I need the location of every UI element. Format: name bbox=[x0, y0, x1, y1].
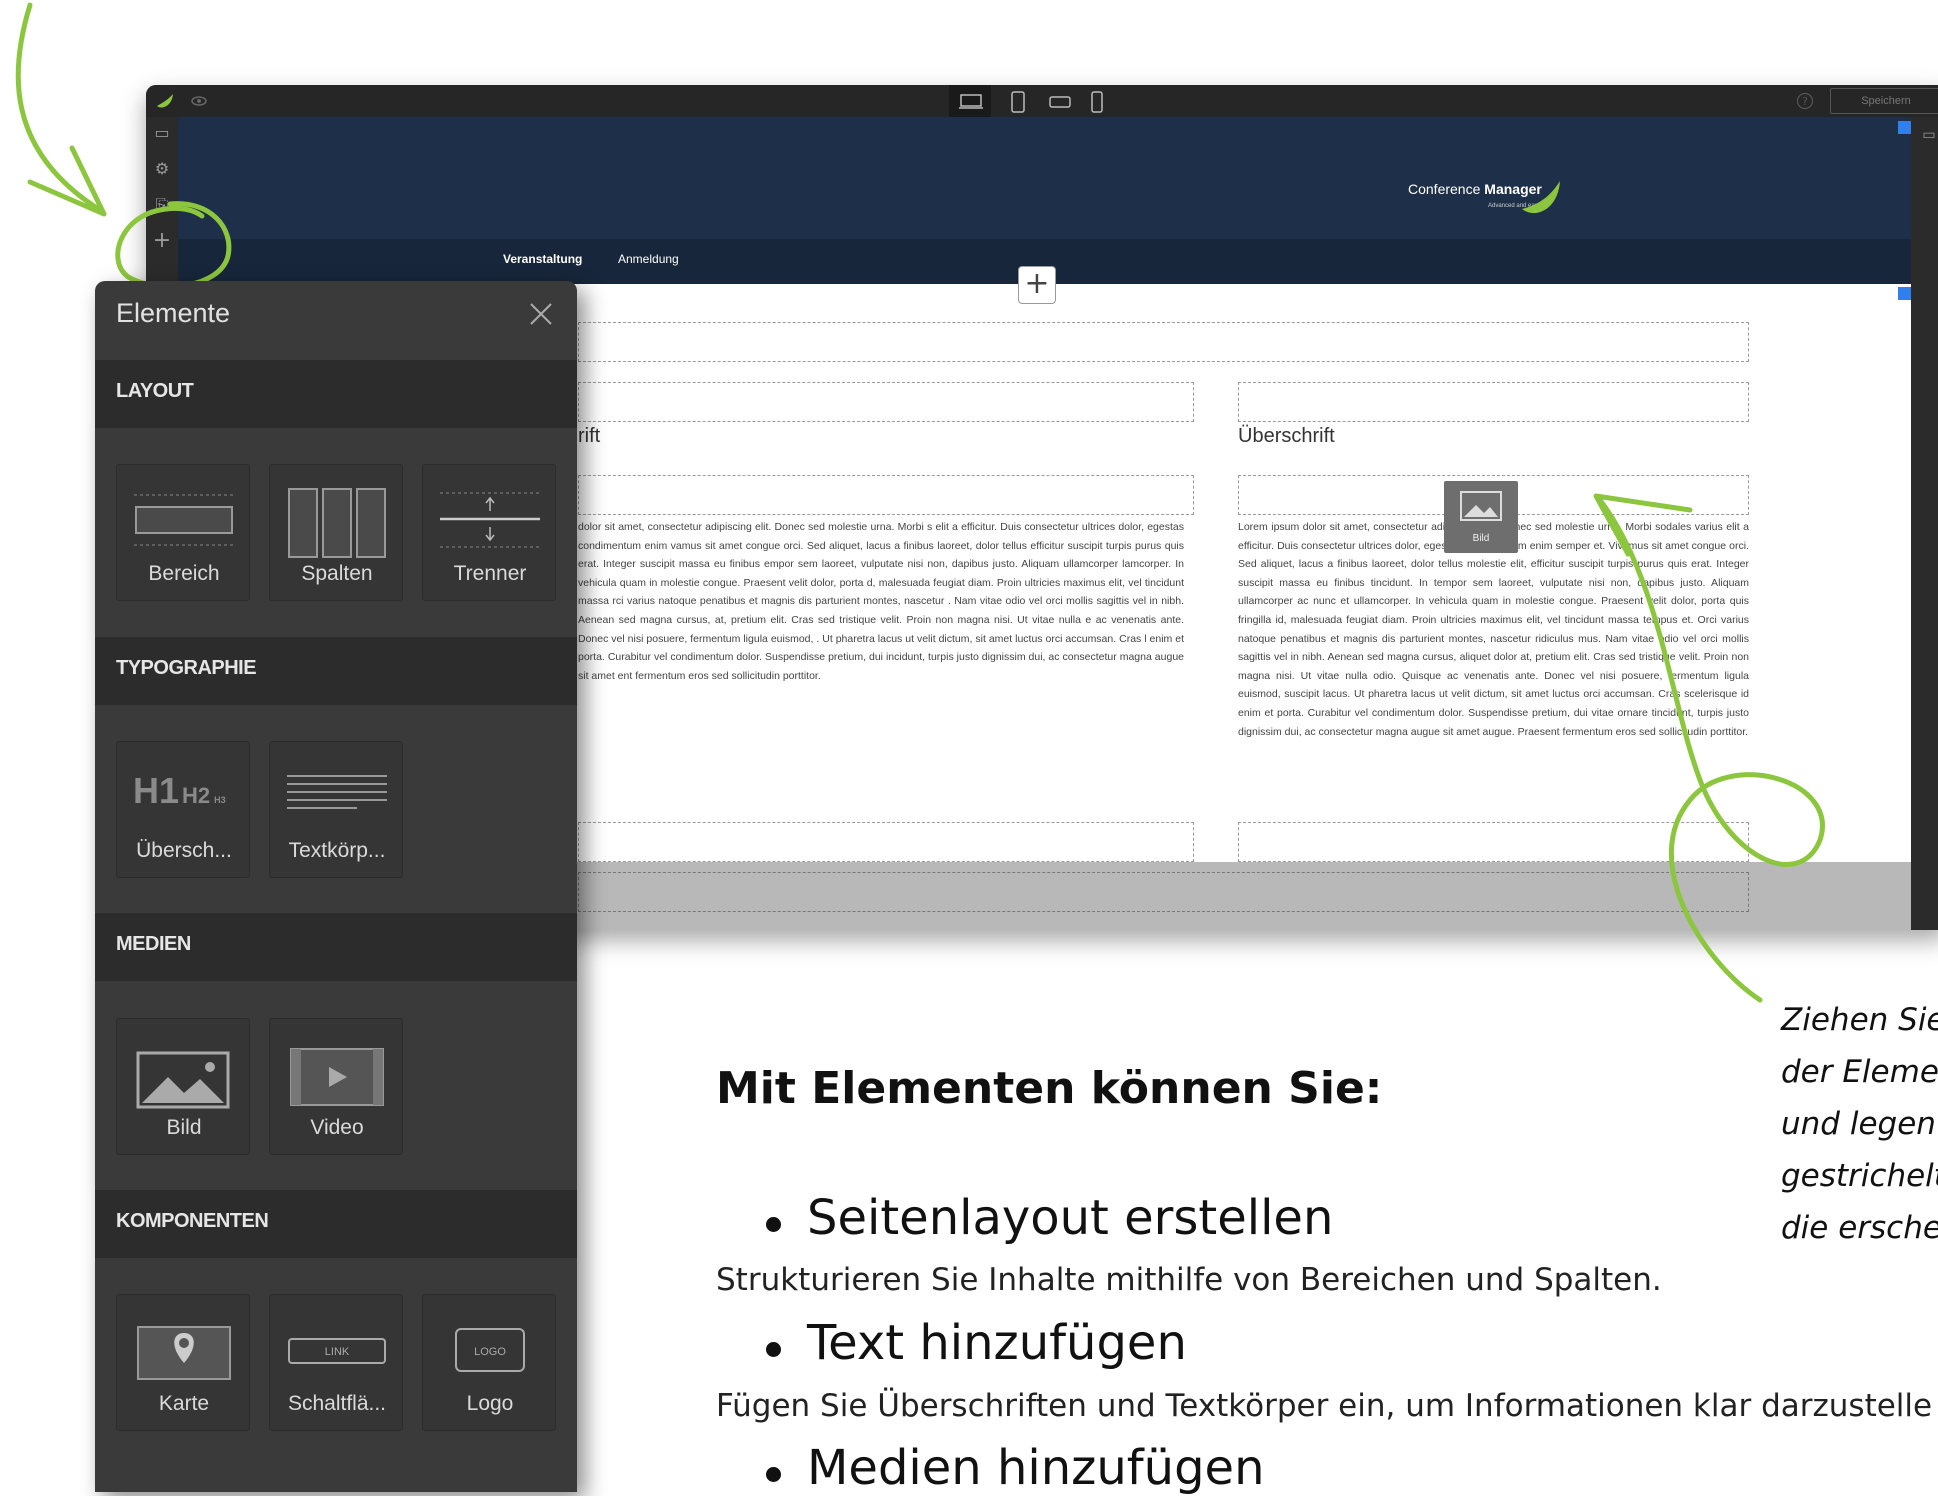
logo-text-light: Conference bbox=[1408, 181, 1485, 197]
image-icon bbox=[1460, 491, 1502, 521]
tablet-icon[interactable] bbox=[1010, 91, 1026, 113]
tile-label-video: Video bbox=[310, 1116, 364, 1139]
site-logo-banana-icon bbox=[1522, 181, 1560, 214]
tile-label-logo: Logo bbox=[466, 1392, 514, 1415]
side-note-line-2: der Elemen bbox=[1781, 1054, 1938, 1090]
dragged-image-element[interactable]: Bild bbox=[1444, 481, 1518, 553]
edit-section-icon[interactable] bbox=[1898, 121, 1911, 134]
elements-panel: Elemente LAYOUT Bereich Spalten Trenner … bbox=[95, 281, 577, 1492]
section-header-medien: MEDIEN bbox=[95, 913, 577, 981]
edit-block-icon[interactable] bbox=[1898, 287, 1911, 300]
preview-eye-icon[interactable] bbox=[190, 94, 208, 108]
element-tile-trenner[interactable]: Trenner bbox=[422, 464, 556, 601]
element-tile-spalten[interactable]: Spalten bbox=[269, 464, 403, 601]
side-note-line-5: die erschei bbox=[1781, 1210, 1938, 1246]
tile-label-ueberschrift: Übersch... bbox=[136, 839, 232, 862]
bullet-seitenlayout: Seitenlayout erstellen bbox=[765, 1190, 1334, 1246]
section-header-typographie: TYPOGRAPHIE bbox=[95, 637, 577, 705]
nav-link-veranstaltung[interactable]: Veranstaltung bbox=[503, 252, 582, 266]
add-section-button[interactable]: + bbox=[1018, 266, 1056, 304]
element-tile-video[interactable]: Video bbox=[269, 1018, 403, 1155]
element-tile-karte[interactable]: Karte bbox=[116, 1294, 250, 1431]
layers-icon[interactable]: ▭ bbox=[1919, 125, 1938, 145]
section-icon bbox=[134, 494, 234, 546]
tile-label-karte: Karte bbox=[158, 1392, 210, 1415]
section-title-typographie: TYPOGRAPHIE bbox=[116, 657, 257, 679]
heading-icon-h1: H1 bbox=[133, 770, 180, 811]
element-tile-textkoerper[interactable]: Textkörp... bbox=[269, 741, 403, 878]
desc-seitenlayout: Strukturieren Sie Inhalte mithilfe von B… bbox=[716, 1262, 1662, 1298]
column-dropzone-left-top[interactable] bbox=[578, 382, 1194, 422]
map-pin-icon bbox=[137, 1326, 231, 1380]
element-tile-schaltflaeche[interactable]: LINK Schaltflä... bbox=[269, 1294, 403, 1431]
bullet-medien: Medien hinzufügen bbox=[766, 1440, 1265, 1496]
column-dropzone-left-bottom[interactable] bbox=[578, 822, 1194, 862]
element-tile-bereich[interactable]: Bereich bbox=[116, 464, 250, 601]
next-section-dropzone[interactable] bbox=[578, 872, 1749, 912]
video-icon bbox=[290, 1048, 384, 1106]
save-button[interactable]: Speichern bbox=[1830, 88, 1938, 114]
mobile-icon[interactable] bbox=[1090, 91, 1104, 113]
column-dropzone-left-mid[interactable] bbox=[578, 475, 1194, 515]
heading-icon: H1 H2 H3 bbox=[133, 770, 226, 812]
element-tile-ueberschrift[interactable]: H1 H2 H3 Übersch... bbox=[116, 741, 250, 878]
tile-label-textkoerper: Textkörp... bbox=[288, 839, 386, 862]
nav-link-anmeldung[interactable]: Anmeldung bbox=[618, 252, 679, 266]
logo-placeholder-icon: LOGO bbox=[455, 1328, 525, 1372]
pages-icon[interactable]: ▭ bbox=[152, 123, 172, 143]
close-icon[interactable] bbox=[528, 301, 554, 327]
text-body-icon bbox=[287, 775, 387, 809]
section-dropzone[interactable] bbox=[578, 322, 1749, 362]
side-note-line-4: gestrichelte bbox=[1781, 1158, 1938, 1194]
svg-text:?: ? bbox=[1802, 95, 1808, 108]
button-link-icon: LINK bbox=[288, 1338, 386, 1364]
section-header-komponenten: KOMPONENTEN bbox=[95, 1190, 577, 1258]
side-note-line-1: Ziehen Sie bbox=[1781, 1002, 1938, 1038]
device-desktop-button[interactable] bbox=[949, 85, 991, 117]
section-title-layout: LAYOUT bbox=[116, 380, 194, 402]
column-dropzone-right-top[interactable] bbox=[1238, 382, 1749, 422]
site-header: Conference Manager Advanced and easy bbox=[178, 117, 1911, 239]
section-title-komponenten: KOMPONENTEN bbox=[116, 1210, 269, 1232]
section-header-layout: LAYOUT bbox=[95, 360, 577, 428]
element-tile-bild[interactable]: Bild bbox=[116, 1018, 250, 1155]
desktop-icon bbox=[959, 94, 983, 109]
annotation-arrow-right bbox=[1593, 493, 1825, 1003]
button-link-icon-text: LINK bbox=[325, 1346, 350, 1358]
logo-placeholder-text: LOGO bbox=[474, 1346, 506, 1358]
section-title-medien: MEDIEN bbox=[116, 933, 191, 955]
panel-title: Elemente bbox=[116, 298, 231, 328]
settings-gear-icon[interactable]: ⚙ bbox=[152, 159, 172, 179]
tile-label-trenner: Trenner bbox=[453, 562, 527, 585]
heading-icon-h3: H3 bbox=[214, 795, 226, 805]
columns-icon bbox=[288, 488, 386, 558]
column-title-right: Überschrift bbox=[1238, 425, 1335, 447]
app-logo-icon bbox=[157, 94, 173, 108]
side-note-line-3: und legen S bbox=[1781, 1106, 1938, 1142]
tile-label-schaltflaeche: Schaltflä... bbox=[287, 1392, 387, 1415]
desc-text: Fügen Sie Überschriften und Textkörper e… bbox=[716, 1388, 1933, 1424]
heading-icon-h2: H2 bbox=[182, 783, 211, 808]
divider-icon bbox=[440, 492, 540, 548]
column-title-left: rift bbox=[578, 425, 601, 447]
tile-label-spalten: Spalten bbox=[301, 562, 373, 585]
tile-label-bild: Bild bbox=[166, 1116, 202, 1139]
image-icon bbox=[136, 1051, 230, 1109]
tile-label-bereich: Bereich bbox=[148, 562, 220, 585]
tablet-landscape-icon[interactable] bbox=[1049, 95, 1071, 109]
column-text-left: dolor sit amet, consectetur adipiscing e… bbox=[578, 521, 1184, 682]
element-tile-logo[interactable]: LOGO Logo bbox=[422, 1294, 556, 1431]
content-heading: Mit Elementen können Sie: bbox=[716, 1063, 1383, 1114]
bullet-text: Text hinzufügen bbox=[766, 1315, 1187, 1371]
editor-toolbar: ? Speichern bbox=[146, 85, 1938, 117]
help-icon[interactable]: ? bbox=[1796, 92, 1814, 110]
dragged-image-label: Bild bbox=[1472, 533, 1490, 544]
